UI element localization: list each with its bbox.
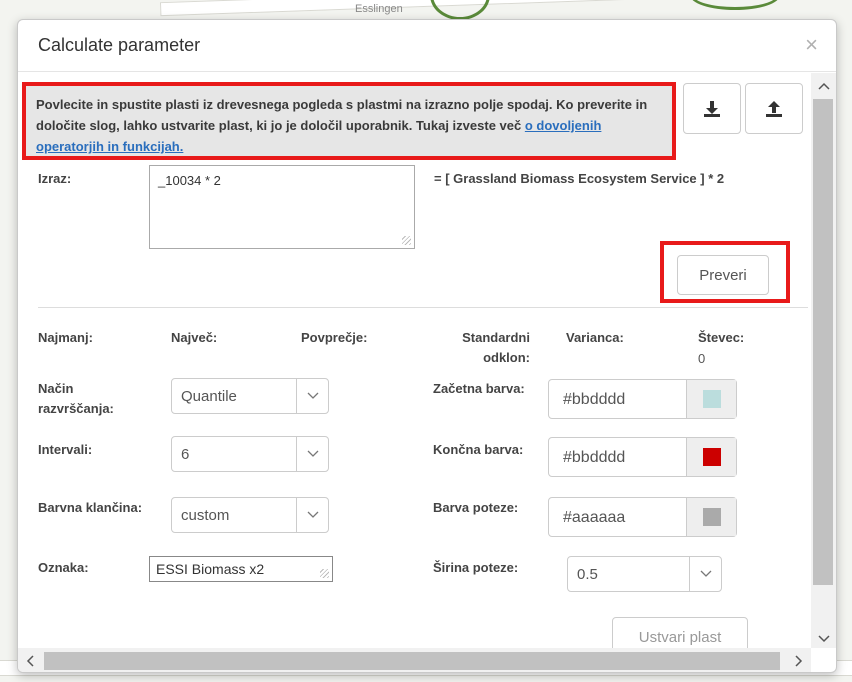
horizontal-scroll-thumb[interactable] xyxy=(44,652,780,670)
chevron-down-icon xyxy=(296,498,328,532)
upload-button[interactable] xyxy=(745,83,803,134)
end-color-swatch xyxy=(702,448,721,466)
stroke-color-value: #aaaaaa xyxy=(563,509,626,526)
start-color-value: #bbdddd xyxy=(563,391,626,408)
download-button[interactable] xyxy=(683,83,741,134)
scroll-left-icon[interactable] xyxy=(26,654,34,670)
start-color-label: Začetna barva: xyxy=(433,381,525,396)
stroke-color-picker[interactable] xyxy=(686,498,736,536)
download-icon xyxy=(704,100,720,117)
chevron-down-icon xyxy=(689,557,721,591)
end-color-label: Končna barva: xyxy=(433,442,524,457)
layer-name-input[interactable]: ESSI Biomass x2 xyxy=(149,556,333,582)
scroll-up-icon[interactable] xyxy=(818,77,830,93)
stat-min-label: Najmanj: xyxy=(38,330,93,345)
color-ramp-label: Barvna klančina: xyxy=(38,500,143,515)
expression-value: _10034 * 2 xyxy=(158,173,221,188)
color-ramp-select[interactable]: custom xyxy=(171,497,329,533)
intervals-select[interactable]: 6 xyxy=(171,436,329,472)
expression-input[interactable]: _10034 * 2 xyxy=(149,165,415,249)
stat-count-value: 0 xyxy=(698,351,706,366)
start-color-swatch xyxy=(702,390,721,408)
vertical-scroll-thumb[interactable] xyxy=(813,99,833,585)
map-river xyxy=(690,0,780,10)
color-ramp-value: custom xyxy=(181,507,230,524)
upload-icon xyxy=(766,100,782,117)
dialog-title: Calculate parameter xyxy=(38,35,201,55)
stroke-color-label: Barva poteze: xyxy=(433,500,519,515)
start-color-picker[interactable] xyxy=(686,380,736,418)
divider xyxy=(38,307,808,308)
layer-name-value: ESSI Biomass x2 xyxy=(156,561,265,577)
scroll-down-icon[interactable] xyxy=(818,630,830,646)
classification-select[interactable]: Quantile xyxy=(171,378,329,414)
layer-name-label: Oznaka: xyxy=(38,560,89,575)
stroke-color-input[interactable]: #aaaaaa xyxy=(548,497,737,537)
calculate-parameter-dialog: Calculate parameter × Povlecite in spust… xyxy=(17,19,837,673)
stat-variance-label: Varianca: xyxy=(566,330,624,345)
horizontal-scrollbar[interactable] xyxy=(18,648,811,672)
stat-mean-label: Povprečje: xyxy=(301,330,368,345)
info-panel: Povlecite in spustite plasti iz drevesne… xyxy=(22,82,676,160)
intervals-value: 6 xyxy=(181,446,190,463)
start-color-input[interactable]: #bbdddd xyxy=(548,379,737,419)
map-river xyxy=(430,0,490,20)
expression-resolved: = [ Grassland Biomass Ecosystem Service … xyxy=(434,171,725,186)
end-color-value: #bbdddd xyxy=(563,449,626,466)
stat-count-label: Števec: xyxy=(698,330,745,345)
scroll-right-icon[interactable] xyxy=(795,654,803,670)
check-button[interactable]: Preveri xyxy=(677,255,769,295)
chevron-down-icon xyxy=(296,379,328,413)
resize-grip-icon[interactable] xyxy=(320,569,329,578)
map-label: Esslingen xyxy=(355,3,403,15)
stroke-width-select[interactable]: 0.5 xyxy=(567,556,722,592)
stat-std-label: Standardni odklon: xyxy=(462,330,530,365)
vertical-scrollbar[interactable] xyxy=(811,73,836,648)
chevron-down-icon xyxy=(296,437,328,471)
end-color-input[interactable]: #bbdddd xyxy=(548,437,737,477)
classification-label: Način razvrščanja: xyxy=(38,381,114,416)
intervals-label: Intervali: xyxy=(38,442,93,457)
expression-label: Izraz: xyxy=(38,171,72,186)
classification-value: Quantile xyxy=(181,388,237,405)
dialog-body: Povlecite in spustite plasti iz drevesne… xyxy=(18,73,811,648)
stroke-width-value: 0.5 xyxy=(577,566,598,583)
end-color-picker[interactable] xyxy=(686,438,736,476)
create-layer-button[interactable]: Ustvari plast xyxy=(612,617,748,648)
stroke-width-label: Širina poteze: xyxy=(433,560,519,575)
close-icon[interactable]: × xyxy=(805,34,818,56)
stat-max-label: Največ: xyxy=(171,330,218,345)
stroke-color-swatch xyxy=(702,508,721,526)
resize-grip-icon[interactable] xyxy=(402,236,411,245)
dialog-header: Calculate parameter × xyxy=(18,20,836,72)
